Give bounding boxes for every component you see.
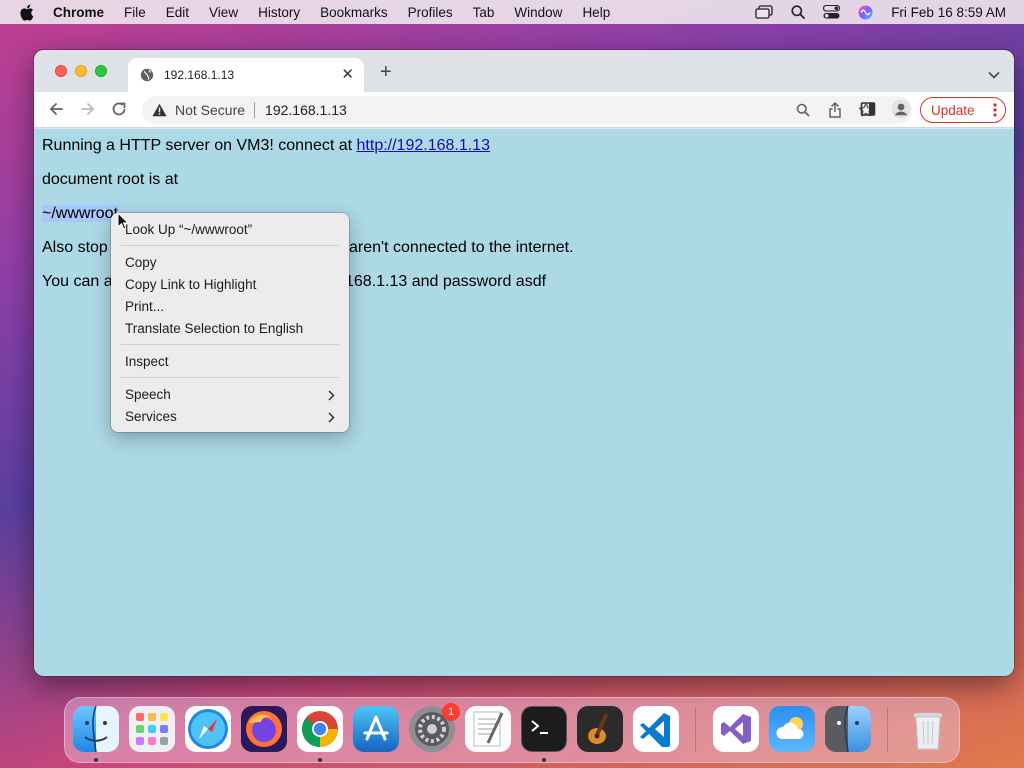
tab-active[interactable]: 192.168.1.13 ✕ bbox=[128, 58, 364, 92]
address-divider bbox=[254, 102, 256, 118]
stop-notice-start: Also stop bbox=[42, 239, 108, 256]
selected-text[interactable]: ~/wwwroot bbox=[42, 205, 119, 222]
terminal-icon[interactable] bbox=[521, 706, 567, 752]
stop-notice-end: aren't connected to the internet. bbox=[349, 239, 574, 256]
tab-title: 192.168.1.13 bbox=[164, 68, 235, 82]
dock-separator bbox=[887, 708, 888, 752]
trash-icon[interactable] bbox=[905, 706, 951, 752]
context-menu: Look Up “~/wwwroot” Copy Copy Link to Hi… bbox=[111, 213, 349, 432]
profile-avatar-icon[interactable] bbox=[891, 99, 911, 119]
url-text[interactable]: 192.168.1.13 bbox=[265, 102, 347, 118]
menu-divider bbox=[121, 245, 339, 246]
zoom-magnifier-icon[interactable] bbox=[796, 103, 810, 117]
menu-chrome[interactable]: Chrome bbox=[53, 5, 104, 20]
running-indicator bbox=[542, 758, 546, 762]
browser-toolbar: Not Secure 192.168.1.13 Update bbox=[34, 92, 1014, 128]
notification-badge: 1 bbox=[442, 703, 460, 721]
menu-edit[interactable]: Edit bbox=[166, 5, 189, 20]
reload-icon[interactable] bbox=[111, 101, 127, 117]
running-indicator bbox=[94, 758, 98, 762]
update-button-label: Update bbox=[931, 102, 975, 118]
screen-mirroring-icon[interactable] bbox=[755, 5, 773, 19]
menu-divider bbox=[121, 344, 339, 345]
menu-speech[interactable]: Speech bbox=[125, 387, 171, 402]
tab-search-chevron-icon[interactable] bbox=[988, 66, 1000, 84]
finder-alt-icon[interactable] bbox=[825, 706, 871, 752]
menu-tab[interactable]: Tab bbox=[473, 5, 495, 20]
share-icon[interactable] bbox=[828, 102, 842, 118]
garageband-icon[interactable] bbox=[577, 706, 623, 752]
spotlight-search-icon[interactable] bbox=[791, 5, 806, 19]
server-link[interactable]: http://192.168.1.13 bbox=[357, 137, 490, 154]
credentials-line-end: 168.1.13 and password asdf bbox=[345, 273, 547, 290]
server-info-text: Running a HTTP server on VM3! connect at bbox=[42, 137, 357, 154]
menu-help[interactable]: Help bbox=[582, 5, 610, 20]
document-root-label: document root is at bbox=[42, 171, 179, 188]
update-button[interactable]: Update bbox=[920, 97, 1006, 123]
credentials-line-start: You can a bbox=[42, 273, 113, 290]
side-panel-icon[interactable] bbox=[860, 101, 876, 117]
visual-studio-icon[interactable] bbox=[713, 706, 759, 752]
fullscreen-window-button[interactable] bbox=[95, 65, 107, 77]
app-store-icon[interactable] bbox=[353, 706, 399, 752]
new-tab-button[interactable]: + bbox=[380, 62, 392, 82]
finder-icon[interactable] bbox=[73, 706, 119, 752]
back-arrow-icon[interactable] bbox=[48, 101, 64, 117]
menu-window[interactable]: Window bbox=[514, 5, 562, 20]
dock: 1 bbox=[64, 697, 960, 763]
control-center-icon[interactable] bbox=[823, 5, 841, 19]
menu-file[interactable]: File bbox=[124, 5, 146, 20]
menu-translate[interactable]: Translate Selection to English bbox=[125, 321, 303, 336]
document-root-path: ~/wwwroot bbox=[42, 205, 119, 223]
menu-services[interactable]: Services bbox=[125, 409, 177, 424]
siri-icon[interactable] bbox=[858, 5, 873, 20]
menu-profiles[interactable]: Profiles bbox=[408, 5, 453, 20]
running-indicator bbox=[318, 758, 322, 762]
forward-arrow-icon[interactable] bbox=[80, 101, 96, 117]
menu-look-up[interactable]: Look Up “~/wwwroot” bbox=[125, 222, 252, 237]
address-bar[interactable]: Not Secure 192.168.1.13 bbox=[142, 96, 912, 124]
minimize-window-button[interactable] bbox=[75, 65, 87, 77]
server-info-line: Running a HTTP server on VM3! connect at… bbox=[42, 137, 490, 155]
firefox-icon[interactable] bbox=[241, 706, 287, 752]
close-window-button[interactable] bbox=[55, 65, 67, 77]
menu-inspect[interactable]: Inspect bbox=[125, 354, 169, 369]
more-menu-icon[interactable] bbox=[993, 103, 997, 117]
menu-divider bbox=[121, 377, 339, 378]
tab-strip: 192.168.1.13 ✕ + bbox=[34, 50, 1014, 92]
globe-icon bbox=[140, 68, 154, 82]
menu-copy-link-to-highlight[interactable]: Copy Link to Highlight bbox=[125, 277, 256, 292]
chrome-icon[interactable] bbox=[297, 706, 343, 752]
menu-copy[interactable]: Copy bbox=[125, 255, 157, 270]
chevron-right-icon bbox=[328, 412, 335, 423]
chevron-right-icon bbox=[328, 390, 335, 401]
weather-icon[interactable] bbox=[769, 706, 815, 752]
mouse-pointer-icon bbox=[117, 211, 130, 235]
warning-triangle-icon[interactable] bbox=[152, 103, 167, 117]
safari-icon[interactable] bbox=[185, 706, 231, 752]
vscode-icon[interactable] bbox=[633, 706, 679, 752]
textedit-icon[interactable] bbox=[465, 706, 511, 752]
menu-bar: Chrome File Edit View History Bookmarks … bbox=[0, 0, 1024, 24]
apple-menu-icon[interactable] bbox=[19, 4, 35, 21]
security-status-label[interactable]: Not Secure bbox=[175, 102, 245, 118]
menu-view[interactable]: View bbox=[209, 5, 238, 20]
close-tab-icon[interactable]: ✕ bbox=[341, 67, 354, 82]
menubar-clock[interactable]: Fri Feb 16 8:59 AM bbox=[891, 5, 1006, 20]
menu-bookmarks[interactable]: Bookmarks bbox=[320, 5, 388, 20]
menu-print[interactable]: Print... bbox=[125, 299, 164, 314]
dock-separator bbox=[695, 708, 696, 752]
menu-history[interactable]: History bbox=[258, 5, 300, 20]
launchpad-icon[interactable] bbox=[129, 706, 175, 752]
